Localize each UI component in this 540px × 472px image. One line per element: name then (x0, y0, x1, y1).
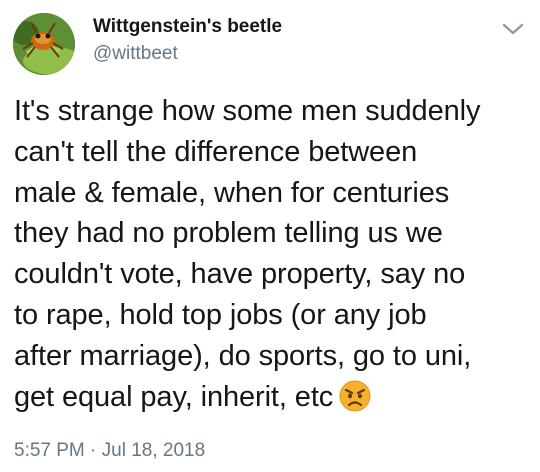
author-handle[interactable]: @wittbeet (93, 43, 178, 65)
tweet-text-line: after marriage), do sports, go to uni, (14, 339, 472, 372)
tweet-text-line: they had no problem telling us we (14, 217, 443, 250)
tweet-menu-button[interactable] (500, 20, 526, 38)
tweet-text-line: male & female, when for centuries (14, 176, 450, 209)
tweet-text-line: to rape, hold top jobs (or any job (14, 298, 427, 331)
beetle-avatar-icon (13, 13, 75, 75)
tweet-text-line: get equal pay, inherit, etc (14, 380, 334, 413)
tweet-text-line: It's strange how some men suddenly (14, 95, 481, 127)
tweet-text-last-line: get equal pay, inherit, etc (14, 377, 534, 418)
chevron-down-icon (502, 23, 524, 35)
angry-face-emoji (339, 380, 371, 412)
author-avatar[interactable] (13, 13, 75, 75)
author-display-name[interactable]: Wittgenstein's beetle (93, 16, 282, 38)
tweet-text: It's strange how some men suddenly can't… (14, 91, 534, 417)
tweet-card: Wittgenstein's beetle @wittbeet It's str… (0, 0, 540, 472)
tweet-text-line: can't tell the difference between (14, 135, 418, 168)
tweet-timestamp[interactable]: 5:57 PM · Jul 18, 2018 (14, 440, 205, 462)
tweet-text-line: couldn't vote, have property, say no (14, 258, 466, 291)
